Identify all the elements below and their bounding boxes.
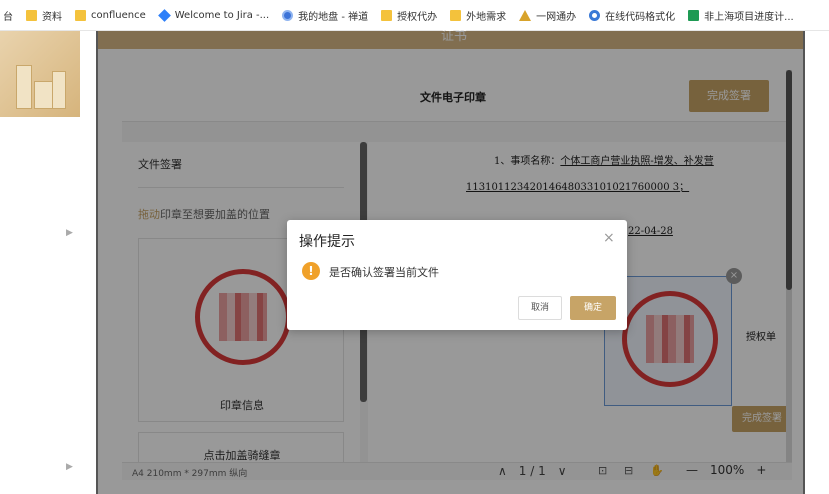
bookmark-label: confluence [91, 9, 146, 21]
bookmark-label: 资料 [42, 11, 62, 23]
bookmark-label: 授权代办 [397, 11, 438, 23]
bookmark-label: 非上海项目进度计... [704, 11, 794, 23]
bookmark-label: 我的地盘 - 禅道 [298, 11, 369, 23]
folder-icon [381, 9, 393, 21]
bookmark-label: Welcome to Jira -... [174, 9, 270, 21]
confirm-message: 是否确认签署当前文件 [329, 266, 439, 279]
bookmark-item[interactable]: 非上海项目进度计... [688, 8, 794, 23]
bookmark-item[interactable]: 在线代码格式化 [589, 8, 675, 23]
confirm-dialog: 操作提示 × ! 是否确认签署当前文件 取消 确定 [287, 220, 627, 330]
warning-icon: ! [302, 262, 320, 280]
page-scrollbar[interactable] [805, 31, 829, 494]
folder-icon [26, 9, 37, 21]
folder-icon [450, 9, 462, 21]
mountain-icon [519, 9, 532, 21]
bookmark-item[interactable]: 外地需求 [450, 8, 506, 23]
building-graphic [52, 71, 66, 109]
banner-image [0, 31, 80, 117]
bookmarks-bar: 台 资料 confluence Welcome to Jira -... 我的地… [0, 0, 829, 31]
bookmark-item[interactable]: Welcome to Jira -... [157, 8, 270, 22]
bookmark-item[interactable]: 我的地盘 - 禅道 [282, 8, 368, 23]
bookmark-item[interactable]: 资料 [26, 8, 62, 23]
c-logo-icon [589, 9, 601, 21]
bookmark-item[interactable]: confluence [75, 9, 146, 21]
cancel-button[interactable]: 取消 [518, 296, 562, 320]
bookmark-label: 台 [3, 11, 13, 23]
spreadsheet-icon [688, 9, 700, 21]
bookmark-label: 在线代码格式化 [605, 11, 676, 23]
left-sidebar: ▶ ▶ [0, 31, 80, 494]
chevron-right-icon[interactable]: ▶ [66, 462, 73, 472]
bookmark-item[interactable]: 台 [3, 8, 13, 23]
close-icon[interactable]: × [603, 230, 615, 246]
jira-icon [157, 8, 171, 22]
building-graphic [16, 65, 32, 109]
bookmark-item[interactable]: 授权代办 [381, 8, 437, 23]
bookmark-item[interactable]: 一网通办 [519, 8, 576, 23]
globe-icon [282, 9, 294, 21]
folder-icon [75, 9, 86, 21]
bookmark-label: 外地需求 [466, 11, 507, 23]
confirm-button[interactable]: 确定 [570, 296, 616, 320]
confirm-dialog-title: 操作提示 [299, 234, 355, 250]
bookmark-label: 一网通办 [536, 11, 577, 23]
chevron-right-icon[interactable]: ▶ [66, 228, 73, 238]
